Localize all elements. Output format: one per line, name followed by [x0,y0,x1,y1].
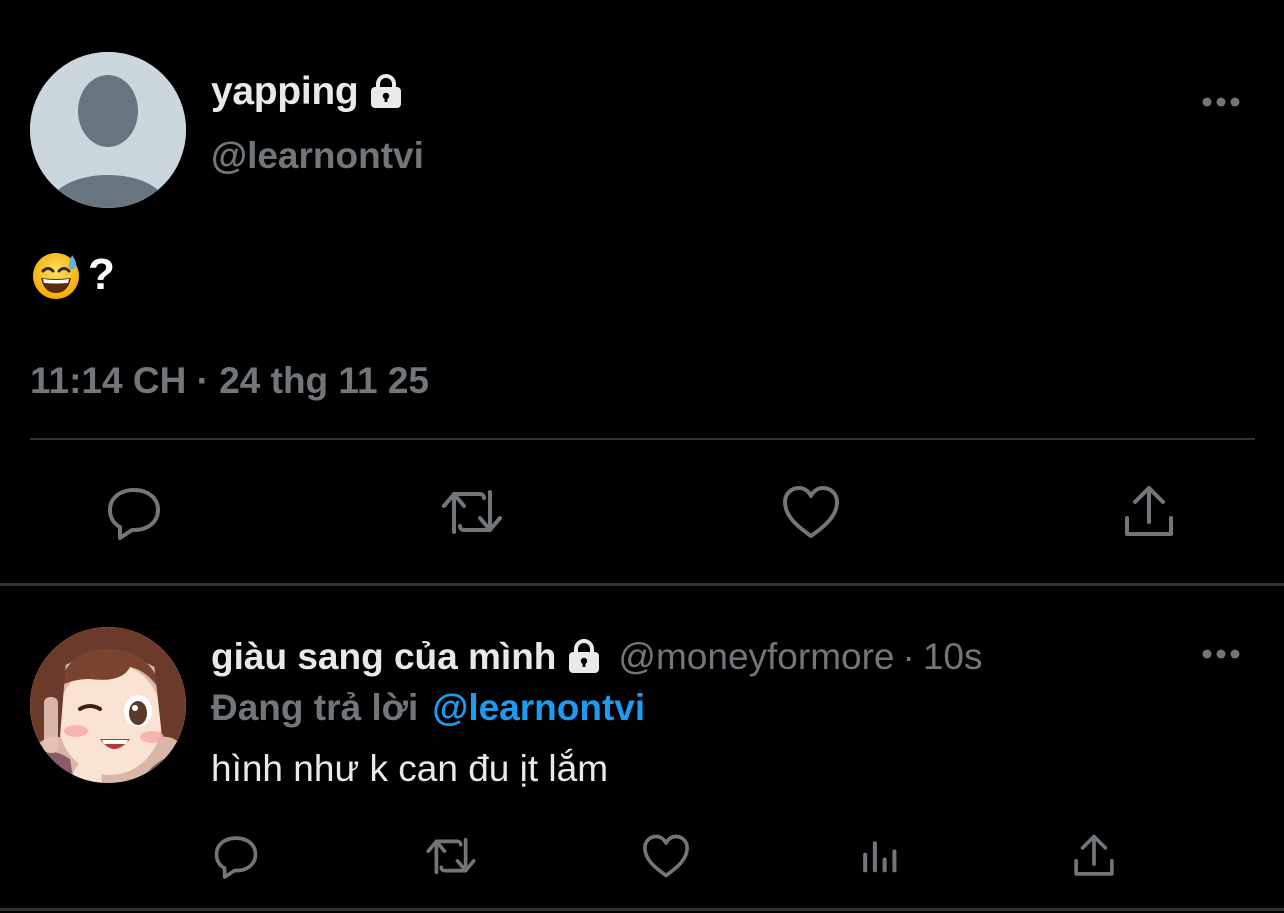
share-icon[interactable] [1068,830,1120,882]
main-tweet: yapping @learnontvi ? 11:14 CH · 24 thg … [0,0,1284,585]
retweet-icon[interactable] [425,830,477,882]
author-display-name[interactable]: giàu sang của mình [211,636,556,678]
tweet-body: ? [88,250,115,299]
divider [0,908,1284,911]
author-display-name[interactable]: yapping [211,70,359,114]
author-name-row: yapping [211,68,406,116]
share-icon[interactable] [1117,480,1181,544]
tweet-timestamp[interactable]: 10s [923,636,983,678]
like-icon[interactable] [779,480,843,544]
more-options-icon[interactable] [1201,647,1241,661]
replying-to: Đang trả lời @learnontvi [211,684,645,732]
like-icon[interactable] [640,830,692,882]
reply-body: hình như k can đu ịt lắm [211,748,609,789]
anime-avatar-icon [30,627,186,783]
author-handle[interactable]: @learnontvi [211,135,424,177]
analytics-icon[interactable] [855,830,907,882]
author-handle[interactable]: @moneyformore [618,636,894,678]
default-profile-icon [30,52,186,208]
separator: · [902,636,915,677]
reply-icon[interactable] [210,830,262,882]
reply-icon[interactable] [102,480,166,544]
more-options-icon[interactable] [1201,95,1241,109]
tweet-timestamp[interactable]: 11:14 CH · 24 thg 11 25 [30,360,429,402]
divider [0,583,1284,586]
divider [30,438,1255,440]
reply-author-row: giàu sang của mình @moneyformore · 10s [211,632,982,682]
grinning-face-with-sweat-icon [30,249,82,301]
tweet-detail-page: yapping @learnontvi ? 11:14 CH · 24 thg … [0,0,1284,913]
lock-icon [366,72,406,112]
avatar[interactable] [30,627,186,783]
replying-to-mention-link[interactable]: @learnontvi [432,687,645,729]
tweet-text: ? [30,248,115,302]
lock-icon [564,637,604,677]
retweet-icon[interactable] [440,480,504,544]
replying-to-label: Đang trả lời [211,687,419,728]
avatar[interactable] [30,52,186,208]
